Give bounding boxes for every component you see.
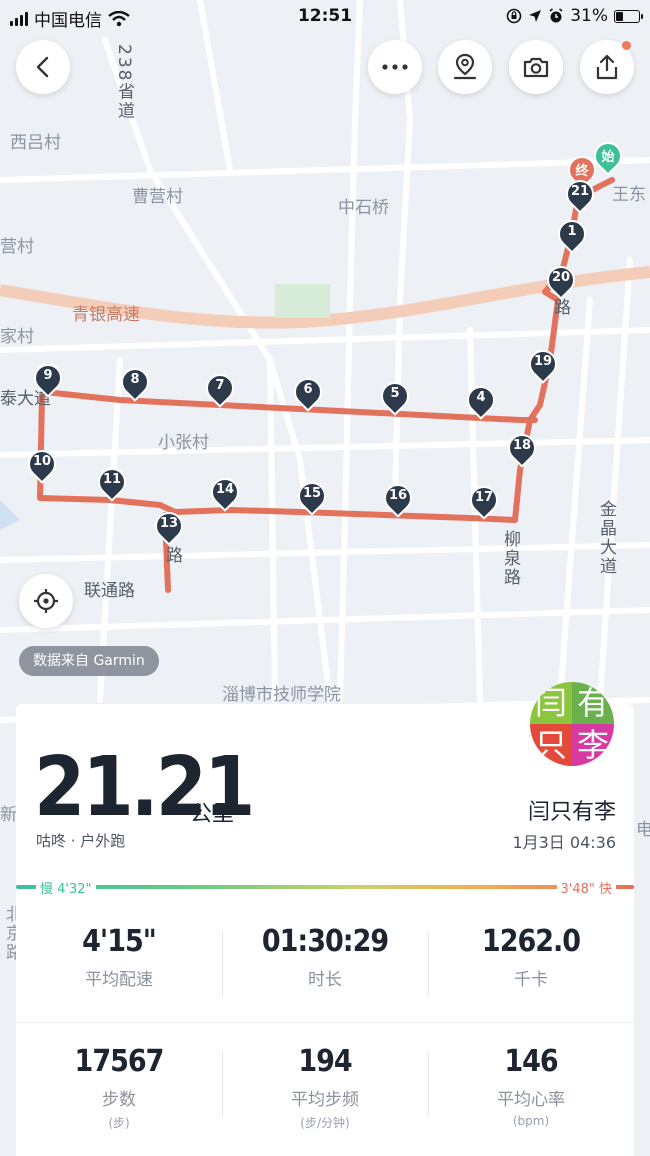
stats-row-1: 4'15" 平均配速 01:30:29 时长 1262.0 千卡 [16,924,634,996]
map-pin-button[interactable] [438,40,492,94]
stat-label: 步数 [102,1090,136,1110]
camera-button[interactable] [509,40,563,94]
distance-unit: 公里 [190,802,235,827]
stat-label: 平均心率 [497,1090,565,1110]
data-source-chip[interactable]: 数据来自 Garmin [19,646,159,676]
km-marker-17[interactable]: 17 [464,480,504,520]
stat-value: 1262.0 [481,924,581,959]
map-label-jishi: 淄博市技师学院 [222,685,341,705]
map-label-lu-right: 路 [550,298,570,317]
pace-slow-label: 慢 4'32" [36,878,96,897]
km-marker-1[interactable]: 1 [552,214,592,254]
km-marker-18[interactable]: 18 [502,428,542,468]
stat-value: 146 [504,1044,558,1079]
share-button[interactable] [580,40,634,94]
km-marker-11[interactable]: 11 [92,462,132,502]
pace-gradient-bar: 慢 4'32" 3'48" 快 [16,878,634,897]
locate-button[interactable] [19,574,73,628]
map-label-qingyin: 青银高速 [72,305,140,325]
map-label-caoying: 曹营村 [132,187,183,207]
stat-unit: (步) [108,1116,130,1130]
avatar-char-4: 李 [572,724,614,766]
stat-unit: (bpm) [512,1114,550,1128]
stat-value: 4'15" [82,924,157,959]
km-marker-6[interactable]: 6 [288,372,328,412]
avatar-char-2: 有 [572,682,614,724]
km-marker-14[interactable]: 14 [205,472,245,512]
stat-heart-rate: 146 平均心率 (bpm) [428,1044,634,1131]
crosshair-icon [34,589,58,613]
pace-fast-label: 3'48" 快 [556,878,616,897]
map-label-dian: 电 [636,820,650,840]
stat-label: 平均步频 [291,1090,359,1110]
activity-type: 咕咚 · 户外跑 [36,832,126,850]
stat-label: 千卡 [514,970,548,990]
stat-value: 17567 [74,1044,165,1079]
lock-rotation-icon [506,8,522,24]
stat-unit: (步/分钟) [300,1116,350,1130]
km-marker-10[interactable]: 10 [22,444,62,484]
more-button[interactable] [368,40,422,94]
map-label-lu-small: 路 [162,546,182,565]
share-icon [596,54,618,80]
stat-label: 平均配速 [85,970,153,990]
map-label-ying: 营村 [0,237,34,257]
back-button[interactable] [16,40,70,94]
map-label-xiaozhang: 小张村 [158,433,209,453]
map-pin-icon [453,53,477,80]
alarm-icon [549,8,563,23]
notification-dot [622,41,631,50]
km-marker-15[interactable]: 15 [292,476,332,516]
start-marker[interactable]: 始 [588,136,628,176]
km-marker-8[interactable]: 8 [115,362,155,402]
status-bar: 中国电信 12:51 31% [0,0,650,34]
stat-label: 时长 [308,970,342,990]
km-marker-9[interactable]: 9 [28,358,68,398]
activity-summary-card: 闫 有 只 李 21.21 公里 咕咚 · 户外跑 闫只有李 1月3日 04:3… [16,682,634,1156]
battery-icon [614,9,643,23]
avatar-char-1: 闫 [530,682,572,724]
stat-avg-pace: 4'15" 平均配速 [16,924,222,990]
map-label-liantong: 联通路 [84,581,135,601]
map-label-jia: 家村 [0,327,34,347]
map-label-xin: 新 [0,805,17,825]
km-marker-21[interactable]: 21 [560,174,600,214]
camera-icon [523,57,549,78]
stats-divider [16,1022,634,1023]
km-marker-20[interactable]: 20 [541,260,581,300]
map-label-xilv: 西吕村 [10,133,61,153]
km-marker-16[interactable]: 16 [378,478,418,518]
stat-duration: 01:30:29 时长 [222,924,428,996]
stat-steps: 17567 步数 (步) [16,1044,222,1131]
km-marker-13[interactable]: 13 [149,506,189,546]
stat-value: 01:30:29 [261,924,389,959]
map-label-liuquan: 柳泉路 [500,530,520,587]
stats-row-2: 17567 步数 (步) 194 平均步频 (步/分钟) 146 平均心率 (b… [16,1044,634,1131]
battery-percent: 31% [570,6,608,26]
activity-datetime: 1月3日 04:36 [512,833,616,852]
avatar[interactable]: 闫 有 只 李 [530,682,614,766]
avatar-char-3: 只 [530,724,572,766]
stat-value: 194 [298,1044,352,1079]
map-label-road-238: 238省道 [114,44,134,121]
stat-calories: 1262.0 千卡 [428,924,634,996]
more-dots-icon [382,64,408,70]
km-marker-4[interactable]: 4 [461,380,501,420]
km-marker-19[interactable]: 19 [523,344,563,384]
map-label-zhongshiqiao: 中石桥 [338,198,389,218]
pace-gradient-line [16,885,634,889]
chevron-left-icon [36,56,49,78]
location-arrow-icon [529,10,542,22]
user-name[interactable]: 闫只有李 [528,794,616,826]
stat-cadence: 194 平均步频 (步/分钟) [222,1044,428,1131]
km-marker-5[interactable]: 5 [375,376,415,416]
map-label-wangdong: 王东 [612,185,646,205]
km-marker-7[interactable]: 7 [200,368,240,408]
map-label-jinjing: 金晶大道 [596,500,616,576]
